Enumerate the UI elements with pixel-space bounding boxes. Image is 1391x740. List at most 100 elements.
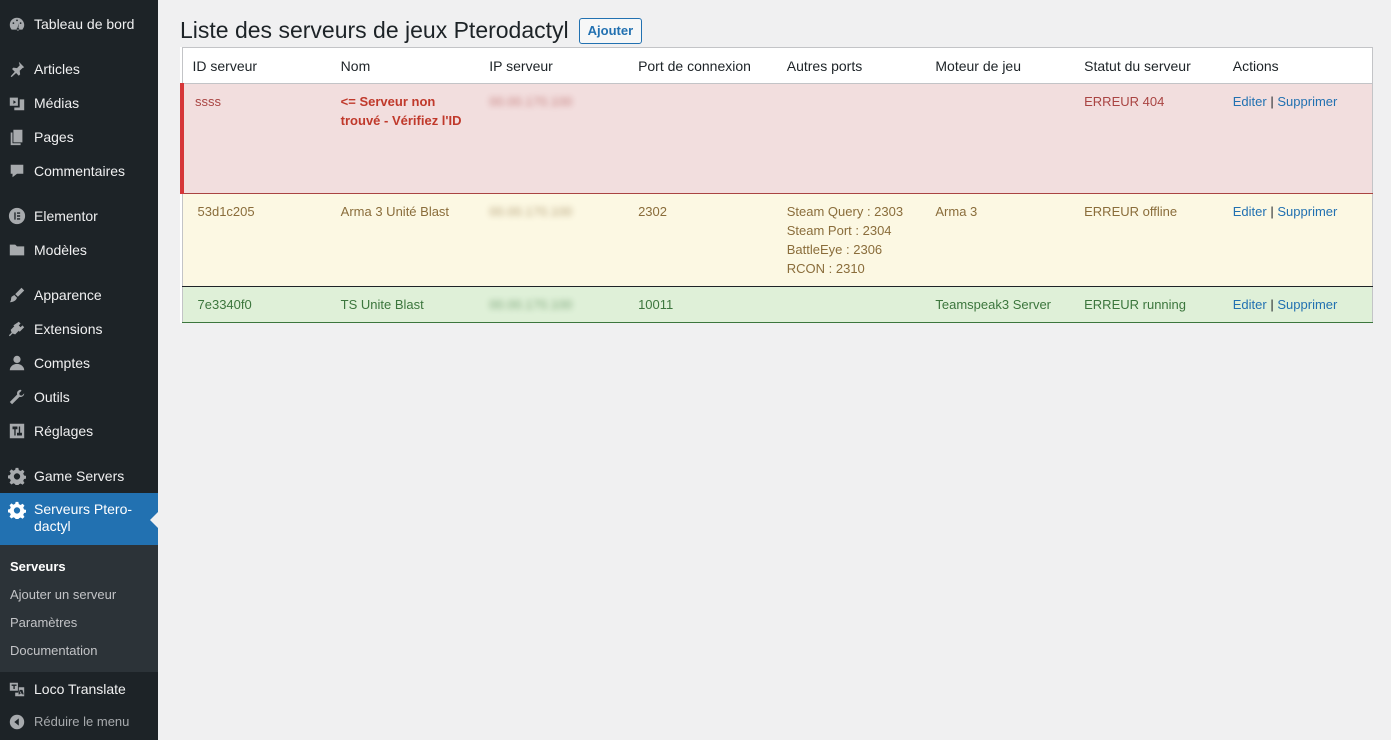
server-name: TS Unite Blast (330, 286, 480, 323)
menu-item-dashboard[interactable]: Tableau de bord (0, 7, 158, 41)
media-icon (0, 86, 34, 120)
menu-label: Articles (34, 61, 80, 77)
server-name: <= Serveur non trouvé - Vérifiez l'ID (330, 83, 480, 194)
pages-icon (0, 120, 34, 154)
table-row: 53d1c205 Arma 3 Unité Blast 00.00.170.10… (182, 193, 1373, 287)
settings-icon (0, 414, 34, 448)
menu-item-pages[interactable]: Pages (0, 120, 158, 154)
table-row: ssss <= Serveur non trouvé - Vérifiez l'… (180, 83, 1373, 194)
menu-label: Extensions (34, 321, 103, 337)
collapse-label: Réduire le menu (34, 714, 130, 729)
action-separator: | (1270, 297, 1274, 312)
folder-icon (0, 233, 34, 267)
menu-label: Serveurs Ptero-dactyl (34, 501, 133, 534)
menu-label: Outils (34, 389, 70, 405)
server-id: 53d1c205 (182, 193, 331, 287)
menu-label: Apparence (34, 287, 102, 303)
server-actions: Editer | Supprimer (1222, 193, 1373, 287)
menu-label: Elementor (34, 208, 98, 224)
translate-icon (0, 672, 34, 706)
menu-item-comptes[interactable]: Comptes (0, 346, 158, 380)
submenu-item-ajouter-serveur[interactable]: Ajouter un serveur (10, 587, 116, 603)
column-header: Nom (330, 47, 480, 84)
delete-link[interactable]: Supprimer (1277, 204, 1337, 219)
column-header: Autres ports (776, 47, 926, 84)
server-port: 2302 (628, 193, 777, 287)
menu-label: Modèles (34, 242, 87, 258)
submenu-item-parametres[interactable]: Paramètres (10, 615, 77, 631)
server-actions: Editer | Supprimer (1222, 286, 1373, 323)
brush-icon (0, 278, 34, 312)
delete-link[interactable]: Supprimer (1277, 297, 1337, 312)
server-port: 10011 (628, 286, 777, 323)
column-header: Moteur de jeu (925, 47, 1075, 84)
submenu-item-documentation[interactable]: Documentation (10, 643, 97, 659)
submenu-item-serveurs[interactable]: Serveurs (10, 559, 66, 575)
menu-item-extensions[interactable]: Extensions (0, 312, 158, 346)
column-header: Port de connexion (628, 47, 777, 84)
user-icon (0, 346, 34, 380)
comment-icon (0, 154, 34, 188)
page-heading: Liste des serveurs de jeux Pterodactyl A… (180, 16, 643, 45)
server-id: ssss (180, 83, 331, 194)
server-other-ports: Steam Query : 2303 Steam Port : 2304 Bat… (776, 193, 926, 287)
menu-item-reglages[interactable]: Réglages (0, 414, 158, 448)
server-id: 7e3340f0 (182, 286, 331, 323)
menu-label: Game Servers (34, 468, 125, 484)
menu-label: Tableau de bord (34, 16, 135, 32)
add-server-button[interactable]: Ajouter (578, 17, 643, 44)
column-header: ID serveur (182, 47, 331, 84)
column-header: Statut du serveur (1074, 47, 1223, 84)
menu-item-medias[interactable]: Médias (0, 86, 158, 120)
servers-table: ID serveur Nom IP serveur Port de connex… (180, 47, 1373, 323)
main-content: Liste des serveurs de jeux Pterodactyl A… (158, 0, 1391, 740)
server-name: Arma 3 Unité Blast (330, 193, 480, 287)
server-engine: Teamspeak3 Server (925, 286, 1075, 323)
other-port-item: Steam Query : 2303 (786, 204, 904, 219)
menu-label: Réglages (34, 423, 94, 439)
server-ip: 00.00.170.100 (479, 83, 629, 194)
menu-item-elementor[interactable]: Elementor (0, 199, 158, 233)
server-status: ERREUR running (1074, 286, 1223, 323)
current-menu-arrow (150, 512, 158, 528)
menu-item-serveurs-pterodactyl[interactable]: Serveurs Ptero-dactyl (0, 493, 158, 545)
wrench-icon (0, 380, 34, 414)
server-ip: 00.00.170.100 (479, 286, 629, 323)
collapse-menu-button[interactable]: Réduire le menu (0, 705, 158, 739)
menu-item-game-servers[interactable]: Game Servers (0, 459, 158, 493)
server-engine (925, 83, 1075, 194)
menu-label: Loco Translate (34, 681, 126, 697)
plugin-icon (0, 312, 34, 346)
menu-label: Commentaires (34, 163, 126, 179)
menu-item-modeles[interactable]: Modèles (0, 233, 158, 267)
gear-icon (0, 459, 34, 493)
server-ip: 00.00.170.100 (479, 193, 629, 287)
server-ip-value: 00.00.170.100 (489, 94, 573, 109)
menu-item-comments[interactable]: Commentaires (0, 154, 158, 188)
server-ip-value: 00.00.170.100 (489, 204, 573, 219)
edit-link[interactable]: Editer (1233, 297, 1267, 312)
elementor-icon (0, 199, 34, 233)
menu-label: Médias (34, 95, 80, 111)
menu-item-outils[interactable]: Outils (0, 380, 158, 414)
collapse-icon (0, 705, 34, 739)
menu-item-apparence[interactable]: Apparence (0, 278, 158, 312)
server-actions: Editer | Supprimer (1222, 83, 1373, 194)
action-separator: | (1270, 204, 1274, 219)
menu-item-loco-translate[interactable]: Loco Translate (0, 672, 158, 706)
edit-link[interactable]: Editer (1233, 94, 1267, 109)
server-port (628, 83, 777, 194)
table-header-row: ID serveur Nom IP serveur Port de connex… (182, 47, 1373, 84)
delete-link[interactable]: Supprimer (1277, 94, 1337, 109)
server-engine: Arma 3 (925, 193, 1075, 287)
edit-link[interactable]: Editer (1233, 204, 1267, 219)
server-other-ports (776, 286, 926, 323)
server-status: ERREUR offline (1074, 193, 1223, 287)
other-port-item: Steam Port : 2304 (786, 223, 892, 238)
admin-sidebar: Tableau de bord Articles Médias Pages Co… (0, 0, 158, 740)
dashboard-icon (0, 7, 34, 41)
menu-label: Pages (34, 129, 74, 145)
menu-item-articles[interactable]: Articles (0, 52, 158, 86)
column-header: IP serveur (479, 47, 629, 84)
menu-label: Comptes (34, 355, 91, 371)
